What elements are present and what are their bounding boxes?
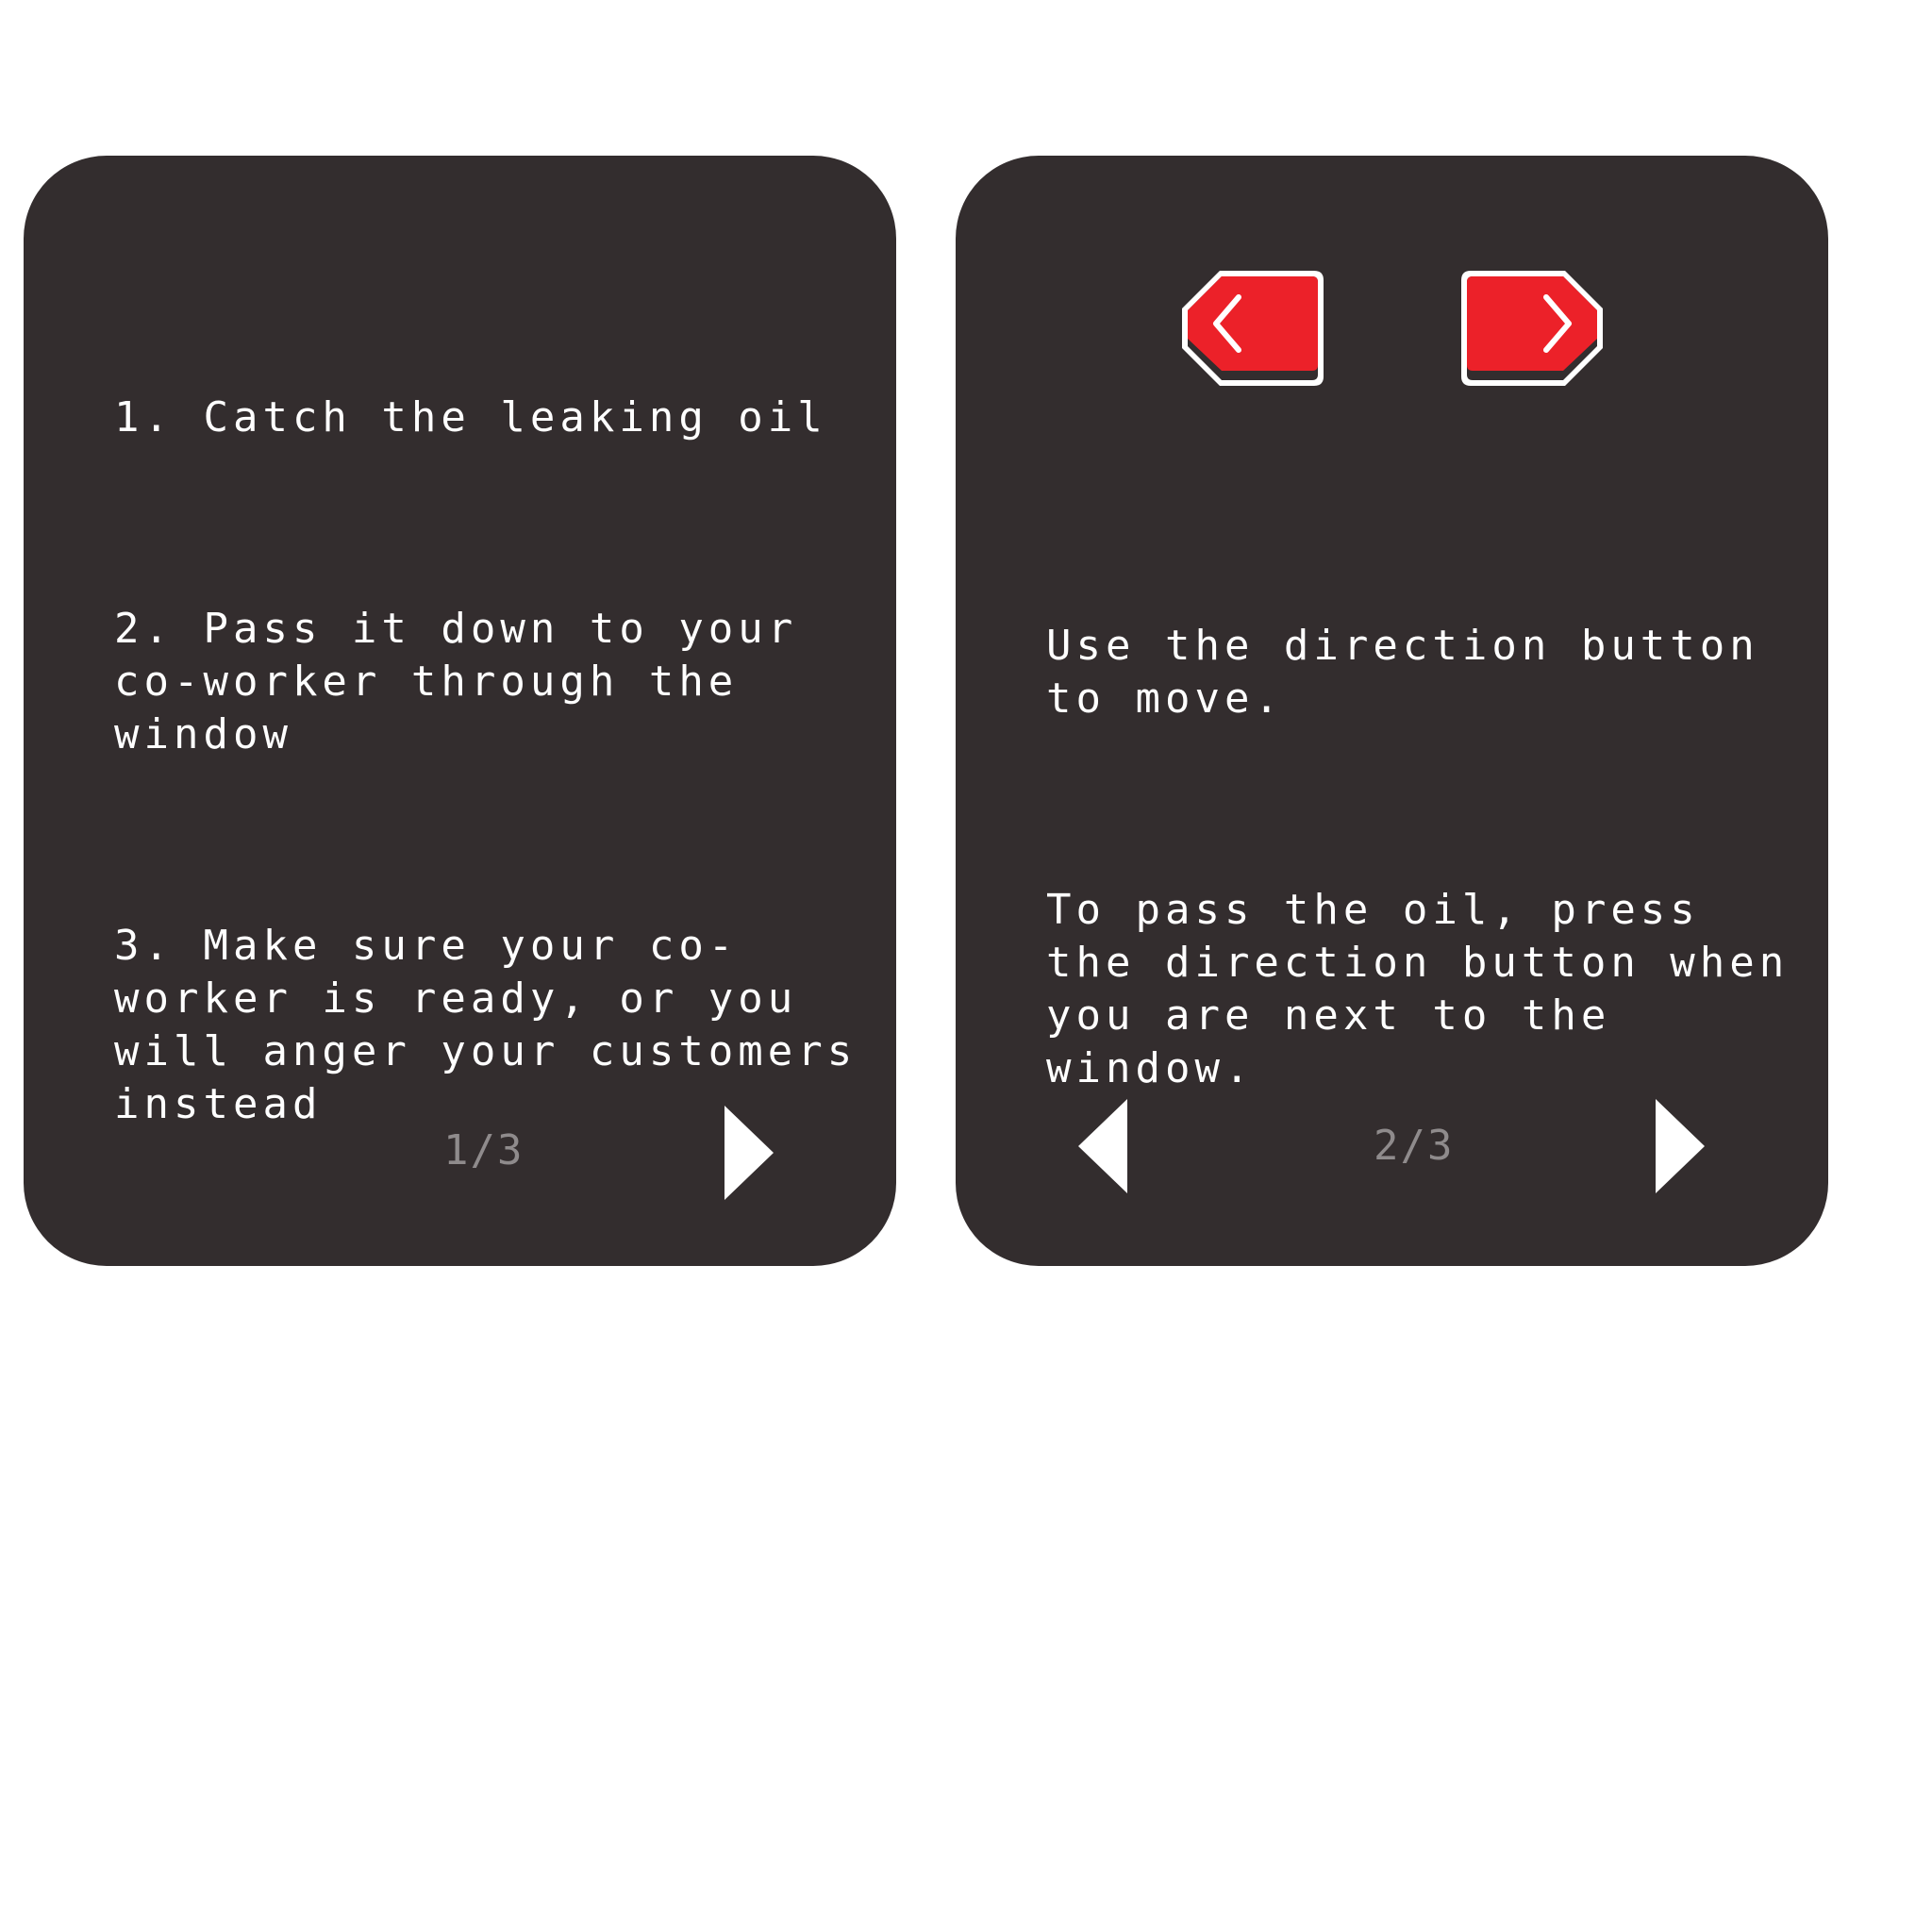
tutorial-card-2: Use the direction button to move. To pas… [956,156,1828,1266]
page-counter: 2/3 [1374,1122,1455,1170]
instructions-text: 1. Catch the leaking oil 2. Pass it down… [114,286,859,1659]
tutorial-card-1: 1. Catch the leaking oil 2. Pass it down… [24,156,896,1498]
direction-left-button[interactable] [1178,267,1327,390]
page-counter: 1/3 [443,1126,525,1174]
instruction-item: To pass the oil, press the direction but… [1046,886,1819,1092]
instruction-item: Use the direction button to move. [1046,622,1790,723]
next-arrow-icon[interactable] [1656,1099,1705,1193]
chevron-right-icon [1461,271,1603,386]
direction-right-button[interactable] [1457,267,1607,390]
chevron-left-icon [1182,271,1324,386]
previous-arrow-icon[interactable] [1078,1099,1127,1193]
instruction-item: 1. Catch the leaking oil [114,393,827,441]
instruction-item: 4. Your bucket can only store 3 drops of… [114,1291,858,1498]
next-arrow-icon[interactable] [724,1106,774,1200]
instruction-item: 3. Make sure your co-worker is ready, or… [114,922,887,1128]
tutorial-page: 1. Catch the leaking oil 2. Pass it down… [0,0,1932,1932]
instruction-item: 2. Pass it down to your co-worker throug… [114,605,827,758]
